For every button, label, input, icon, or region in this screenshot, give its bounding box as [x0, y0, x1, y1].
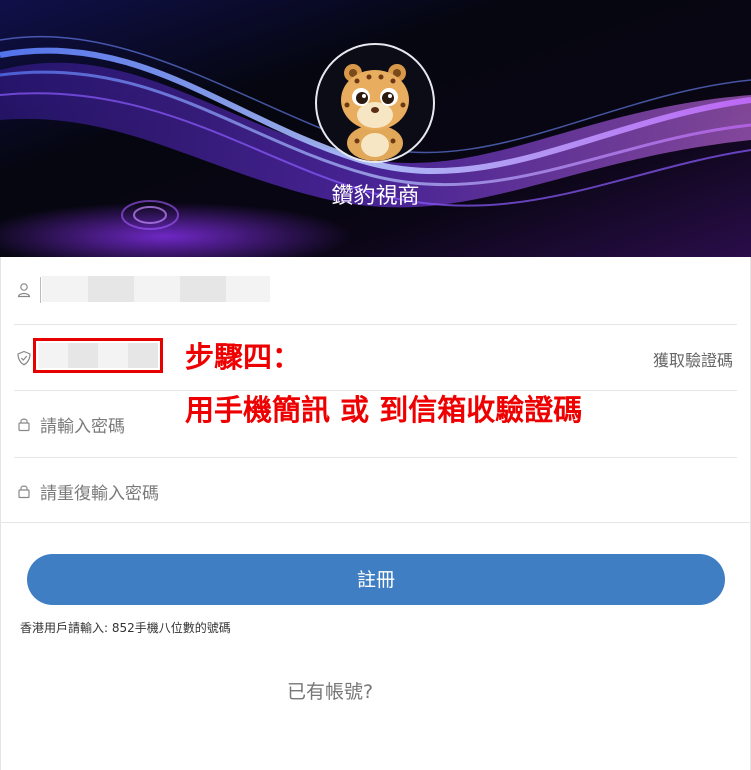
existing-account-link[interactable]: 已有帳號? [287, 677, 373, 704]
username-field[interactable] [14, 257, 737, 325]
register-button[interactable]: 註冊 [27, 554, 725, 605]
user-icon [17, 283, 31, 298]
hk-phone-hint: 香港用戶請輸入: 852手機八位數的號碼 [20, 621, 231, 635]
redacted-code [38, 343, 158, 368]
get-code-button[interactable]: 獲取驗證碼 [653, 347, 733, 371]
password-placeholder: 請輸入密碼 [40, 417, 125, 437]
mascot-logo [315, 43, 435, 163]
confirm-password-field[interactable]: 請重復輸入密碼 [14, 457, 737, 522]
lock-icon [18, 485, 30, 499]
leopard-icon [341, 64, 409, 161]
lock-icon [18, 418, 30, 432]
redacted-code-highlight [33, 338, 163, 373]
shield-icon [17, 350, 31, 366]
header-banner: 鑽豹視商 [0, 0, 751, 257]
brand-name: 鑽豹視商 [331, 184, 420, 209]
annotation-step-instruction: 用手機簡訊 或 到信箱收驗證碼 [185, 393, 583, 427]
annotation-step-title: 步驟四： [185, 340, 302, 374]
text-cursor [40, 277, 41, 303]
confirm-password-placeholder: 請重復輸入密碼 [40, 484, 159, 504]
redacted-username [42, 276, 270, 302]
